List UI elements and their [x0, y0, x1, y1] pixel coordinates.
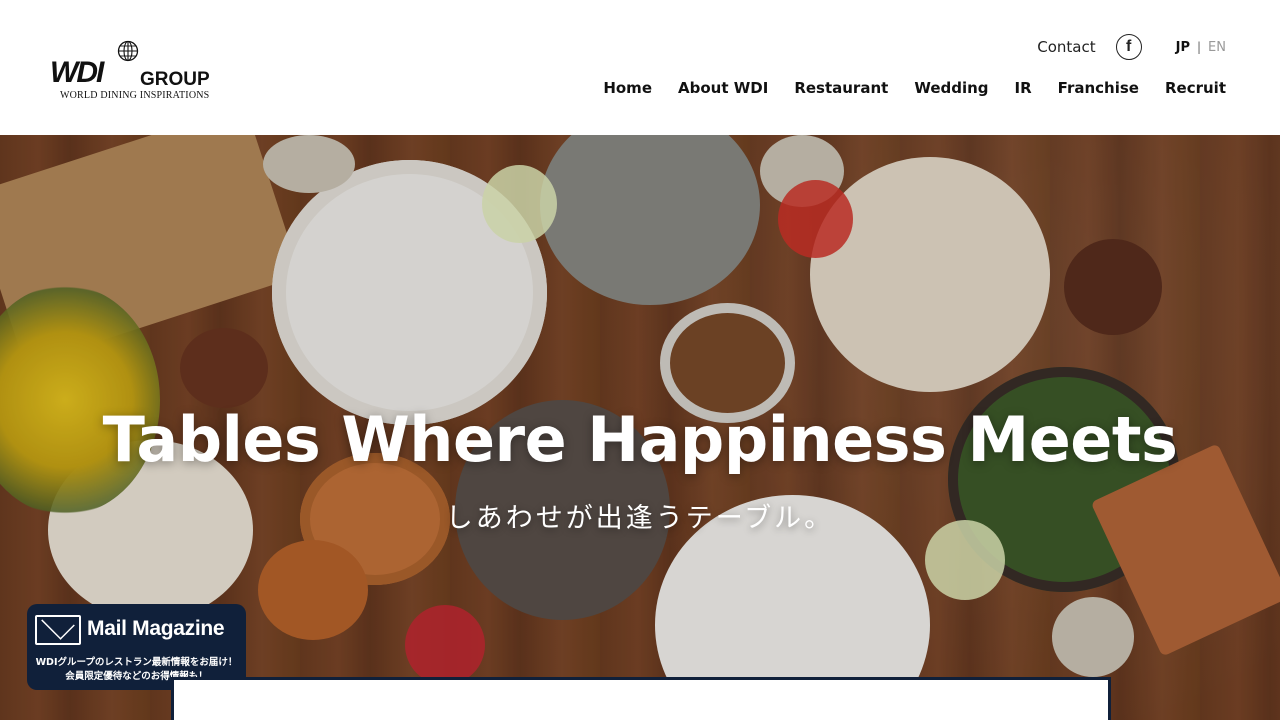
- language-switcher: JP | EN: [1176, 40, 1226, 55]
- globe-icon: [117, 40, 139, 62]
- wdi-group-logo[interactable]: WDI GROUP WORLD DINING INSPIRATIONS: [50, 40, 240, 102]
- lang-en[interactable]: EN: [1208, 40, 1226, 55]
- utility-bar: Contact f JP | EN: [1037, 33, 1226, 61]
- logo-tagline: WORLD DINING INSPIRATIONS: [60, 90, 210, 101]
- facebook-icon[interactable]: f: [1115, 34, 1142, 60]
- main-nav: Home About WDI Restaurant Wedding IR Fra…: [577, 79, 1226, 97]
- nav-franchise[interactable]: Franchise: [1058, 79, 1139, 97]
- nav-wedding[interactable]: Wedding: [914, 79, 988, 97]
- site-header: WDI GROUP WORLD DINING INSPIRATIONS Cont…: [0, 0, 1280, 135]
- nav-recruit[interactable]: Recruit: [1165, 79, 1226, 97]
- nav-about-wdi[interactable]: About WDI: [678, 79, 768, 97]
- nav-home[interactable]: Home: [603, 79, 652, 97]
- envelope-icon: [35, 615, 81, 645]
- lang-jp[interactable]: JP: [1176, 40, 1190, 55]
- mail-magazine-line1: WDIグループのレストラン最新情報をお届け！: [35, 657, 238, 668]
- hero-subheadline: しあわせが出逢うテーブル。: [445, 503, 835, 534]
- hero-headline: Tables Where Happiness Meets: [102, 403, 1178, 476]
- mail-magazine-title: Mail Magazine: [87, 617, 225, 640]
- content-panel: [171, 677, 1111, 720]
- lang-separator: |: [1197, 40, 1202, 54]
- logo-group-text: GROUP: [140, 69, 210, 90]
- nav-ir[interactable]: IR: [1015, 79, 1032, 97]
- logo-wordmark: WDI: [50, 56, 104, 89]
- contact-link[interactable]: Contact: [1037, 38, 1095, 56]
- nav-restaurant[interactable]: Restaurant: [794, 79, 888, 97]
